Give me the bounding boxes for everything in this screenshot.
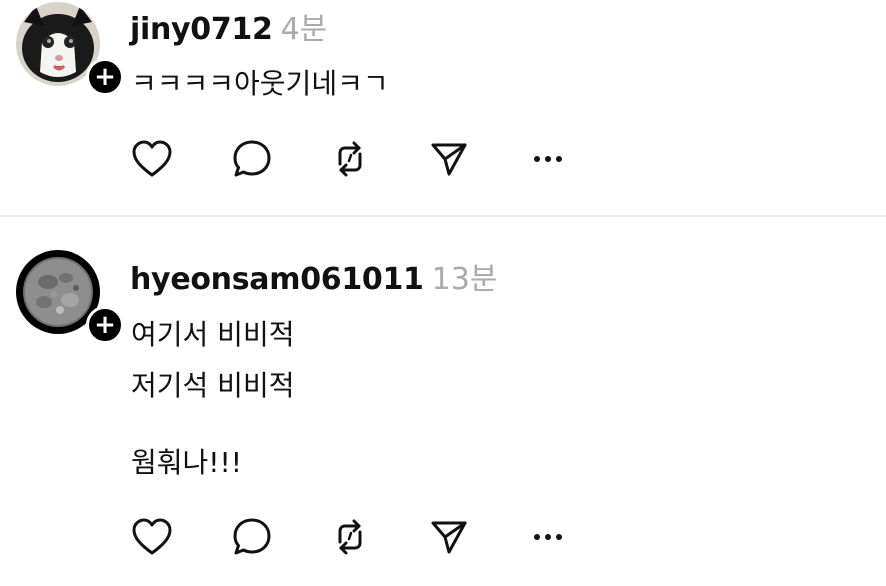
share-button[interactable] (425, 135, 473, 183)
like-button[interactable] (128, 513, 176, 561)
follow-plus-badge[interactable]: + (86, 58, 124, 96)
comment-button[interactable] (228, 135, 276, 183)
post-text-line: 저기석 비비적 (131, 369, 295, 402)
post-meta: hyeonsam061011 13분 (130, 254, 497, 298)
heart-icon (132, 140, 172, 177)
more-button[interactable] (524, 135, 572, 183)
avatar-container[interactable]: + (16, 250, 124, 344)
send-icon (431, 521, 467, 554)
repost-button[interactable] (326, 135, 374, 183)
share-button[interactable] (425, 513, 473, 561)
repost-icon (338, 141, 362, 177)
follow-plus-badge[interactable]: + (86, 306, 124, 344)
repost-icon (338, 519, 362, 555)
username[interactable]: jiny0712 (130, 12, 273, 47)
heart-icon (132, 518, 172, 555)
username[interactable]: hyeonsam061011 (130, 262, 424, 297)
post-text-line: 웜훠나!!! (131, 446, 242, 479)
thread-reply: + hyeonsam061011 13분 여기서 비비적 저기석 비비적 웜훠나!… (0, 217, 886, 586)
send-icon (431, 143, 467, 176)
more-dots-icon (534, 534, 562, 540)
comment-bubble-icon (233, 140, 271, 177)
post-text-line: 여기서 비비적 (131, 318, 295, 351)
timestamp: 13분 (431, 262, 498, 297)
comment-button[interactable] (228, 513, 276, 561)
timestamp: 4분 (280, 12, 328, 47)
more-dots-icon (534, 156, 562, 162)
comment-bubble-icon (233, 518, 271, 555)
post-text: ㅋㅋㅋㅋ아웃기네ㅋㄱ (131, 67, 389, 100)
more-button[interactable] (524, 513, 572, 561)
thread-reply: + jiny0712 4분 ㅋㅋㅋㅋ아웃기네ㅋㄱ (0, 0, 886, 216)
avatar-container[interactable]: + (16, 2, 124, 96)
post-meta: jiny0712 4분 (130, 4, 327, 48)
like-button[interactable] (128, 135, 176, 183)
repost-button[interactable] (326, 513, 374, 561)
